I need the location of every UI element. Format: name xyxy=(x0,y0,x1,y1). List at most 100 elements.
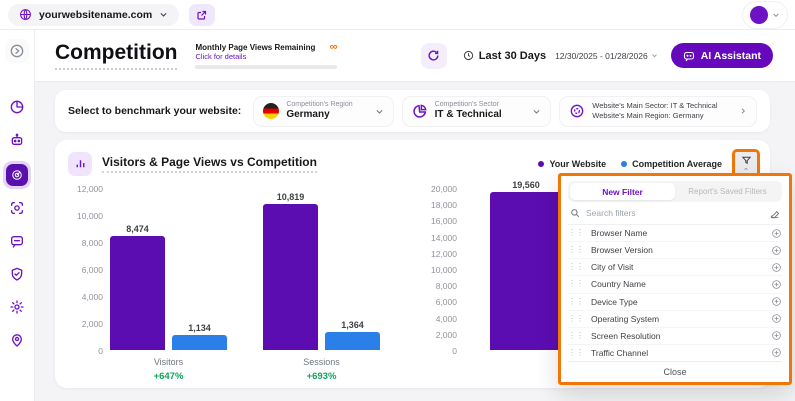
gear-icon xyxy=(9,299,25,315)
chevron-down-icon xyxy=(375,107,384,116)
drag-handle-icon[interactable]: ⋮⋮ xyxy=(568,315,584,323)
y-axis-tick: 0 xyxy=(65,346,103,356)
website-main-info[interactable]: Website's Main Sector: IT & Technical We… xyxy=(559,96,757,127)
region-caption: Competition's Region xyxy=(286,101,352,109)
filter-item-browser-version[interactable]: ⋮⋮Browser Version xyxy=(568,242,782,259)
filter-item-label: Traffic Channel xyxy=(591,348,648,358)
y-axis-tick: 10,000 xyxy=(427,265,457,275)
filter-item-country-name[interactable]: ⋮⋮ Country Name xyxy=(568,276,782,293)
drag-handle-icon[interactable]: ⋮⋮ xyxy=(568,298,584,306)
quota-details-link[interactable]: Click for details xyxy=(195,52,337,61)
bar-competition-average xyxy=(325,332,380,350)
open-website-button[interactable] xyxy=(189,4,215,26)
y-axis-tick: 4,000 xyxy=(427,314,457,324)
drag-handle-icon[interactable]: ⋮⋮ xyxy=(568,246,584,254)
bar-your-website xyxy=(110,236,165,350)
legend-item[interactable]: Your Website xyxy=(538,159,606,169)
region-select[interactable]: Competition's Region Germany xyxy=(253,96,393,127)
y-axis-tick: 6,000 xyxy=(65,265,103,275)
close-button[interactable]: Close xyxy=(568,361,782,382)
filter-item-screen-resolution[interactable]: ⋮⋮Screen Resolution xyxy=(568,328,782,345)
sidebar-item-location-pin[interactable] xyxy=(5,328,29,352)
y-axis-tick: 6,000 xyxy=(427,297,457,307)
topbar: yourwebsitename.com xyxy=(0,0,795,30)
robot-icon xyxy=(9,132,25,148)
website-selector[interactable]: yourwebsitename.com xyxy=(8,4,179,26)
sidebar-collapse-button[interactable] xyxy=(5,39,29,63)
filter-search xyxy=(568,202,782,225)
add-filter-icon[interactable] xyxy=(771,245,782,256)
pie-icon xyxy=(9,99,25,115)
clock-icon xyxy=(463,50,474,61)
ai-assistant-button[interactable]: AI Assistant xyxy=(671,43,773,68)
filter-item-browser-name[interactable]: ⋮⋮ Browser Name xyxy=(568,225,782,242)
sidebar-item-target-user[interactable] xyxy=(5,196,29,220)
bar-competition-average xyxy=(172,335,227,350)
user-menu[interactable] xyxy=(743,2,787,28)
add-filter-icon[interactable] xyxy=(771,228,782,239)
quota-label: Monthly Page Views Remaining xyxy=(195,43,315,52)
sector-value: IT & Technical xyxy=(435,109,502,121)
sidebar-item-shield[interactable] xyxy=(5,262,29,286)
bar-value-label: 1,134 xyxy=(160,323,239,333)
target-icon xyxy=(569,103,585,119)
benchmark-card: Select to benchmark your website: Compet… xyxy=(55,90,770,132)
bar-your-website xyxy=(263,204,318,350)
drag-handle-icon[interactable]: ⋮⋮ xyxy=(568,280,584,288)
sidebar-item-pie-chart[interactable] xyxy=(5,95,29,119)
period-label: Last 30 Days xyxy=(463,50,546,62)
filter-item-city-of-visit[interactable]: ⋮⋮City of Visit xyxy=(568,259,782,276)
bar-chart-icon xyxy=(68,152,92,176)
quota-widget: Monthly Page Views Remaining ∞ Click for… xyxy=(195,43,337,69)
filter-item-label: Browser Name xyxy=(591,228,647,238)
bar-value-label: 10,819 xyxy=(251,192,330,202)
filter-item-traffic-channel[interactable]: ⋮⋮ Traffic Channel xyxy=(568,345,782,361)
chat-bubble-icon xyxy=(683,50,695,62)
sidebar-item-robot[interactable] xyxy=(5,128,29,152)
y-axis-tick: 2,000 xyxy=(427,330,457,340)
y-axis-tick: 8,000 xyxy=(65,238,103,248)
filter-item-label: Country Name xyxy=(591,279,646,289)
legend-label: Competition Average xyxy=(632,159,722,169)
add-filter-icon[interactable] xyxy=(771,330,782,341)
filter-tab-report-s-saved-filters[interactable]: Report's Saved Filters xyxy=(675,183,780,200)
filter-item-operating-system[interactable]: ⋮⋮Operating System xyxy=(568,311,782,328)
sector-select[interactable]: Competition's Sector IT & Technical xyxy=(402,96,552,127)
radar-icon xyxy=(6,164,28,186)
filter-tab-new-filter[interactable]: New Filter xyxy=(570,183,675,200)
bar-your-website xyxy=(490,192,562,350)
eraser-icon[interactable] xyxy=(769,208,780,219)
pie-chart-icon xyxy=(412,103,428,119)
chart-title: Visitors & Page Views vs Competition xyxy=(102,155,317,173)
y-axis-tick: 16,000 xyxy=(427,216,457,226)
add-filter-icon[interactable] xyxy=(771,279,782,290)
y-axis-tick: 20,000 xyxy=(427,184,457,194)
filter-item-device-type[interactable]: ⋮⋮ Device Type xyxy=(568,294,782,311)
category-label: Sessions xyxy=(263,357,380,367)
refresh-icon xyxy=(427,49,440,62)
filter-item-label: Device Type xyxy=(591,297,638,307)
add-filter-icon[interactable] xyxy=(771,296,782,307)
search-input[interactable] xyxy=(586,208,763,218)
growth-label: +647% xyxy=(110,371,227,382)
sidebar-item-gear[interactable] xyxy=(5,295,29,319)
sidebar-item-radar[interactable] xyxy=(3,161,31,189)
add-filter-icon[interactable] xyxy=(771,262,782,273)
chat-icon xyxy=(9,233,25,249)
page-title: Competition xyxy=(55,41,177,70)
add-filter-icon[interactable] xyxy=(771,313,782,324)
chevron-down-icon xyxy=(651,52,658,59)
chevron-right-icon xyxy=(739,107,747,115)
refresh-button[interactable] xyxy=(421,43,447,69)
date-range-picker[interactable]: 12/30/2025 - 01/28/2026 xyxy=(555,51,658,61)
drag-handle-icon[interactable]: ⋮⋮ xyxy=(568,349,584,357)
drag-handle-icon[interactable]: ⋮⋮ xyxy=(568,332,584,340)
legend-item[interactable]: Competition Average xyxy=(621,159,722,169)
add-filter-icon[interactable] xyxy=(771,347,782,358)
drag-handle-icon[interactable]: ⋮⋮ xyxy=(568,263,584,271)
drag-handle-icon[interactable]: ⋮⋮ xyxy=(568,229,584,237)
sidebar-item-chat[interactable] xyxy=(5,229,29,253)
globe-icon xyxy=(19,8,32,21)
avatar xyxy=(750,6,768,24)
legend-dot xyxy=(538,161,544,167)
